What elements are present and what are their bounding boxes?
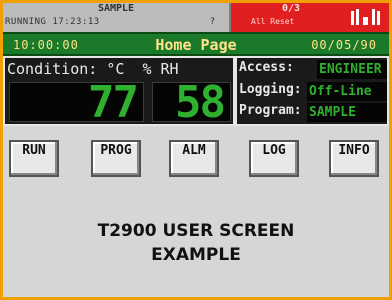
status-bar: SAMPLE RUNNING 17:23:13 ? 0/3 All Reset xyxy=(3,3,389,32)
program-status-panel[interactable]: SAMPLE RUNNING 17:23:13 ? xyxy=(3,3,231,32)
screen-caption-subtitle: EXAMPLE xyxy=(151,245,241,265)
condition-label: Condition: °C % RH xyxy=(7,60,179,78)
info-panel: Access: ENGINEER Logging: Off-Line Progr… xyxy=(235,56,389,126)
prog-button[interactable]: PROG xyxy=(91,140,141,177)
log-button[interactable]: LOG xyxy=(249,140,299,177)
program-label: Program: xyxy=(239,103,302,118)
temperature-value: 77 xyxy=(88,77,139,128)
temperature-display: 77 xyxy=(9,77,144,128)
logging-row: Logging: Off-Line xyxy=(239,82,387,102)
humidity-display: 58 xyxy=(152,77,231,128)
hmi-screen: SAMPLE RUNNING 17:23:13 ? 0/3 All Reset … xyxy=(0,0,392,300)
logging-value[interactable]: Off-Line xyxy=(307,82,387,101)
alm-button[interactable]: ALM xyxy=(169,140,219,177)
screen-caption-title: T2900 USER SCREEN xyxy=(97,221,295,241)
condition-panel: Condition: °C % RH 77 58 xyxy=(3,56,235,128)
access-value[interactable]: ENGINEER xyxy=(317,60,387,79)
program-row: Program: SAMPLE xyxy=(239,103,387,123)
access-label: Access: xyxy=(239,60,294,75)
run-state: RUNNING xyxy=(5,17,47,27)
humidity-value: 58 xyxy=(175,77,226,128)
access-row: Access: ENGINEER xyxy=(239,60,387,80)
program-name: SAMPLE xyxy=(97,3,135,14)
run-button[interactable]: RUN xyxy=(9,140,59,177)
run-clock: 17:23:13 xyxy=(52,17,100,27)
alarm-text: All Reset xyxy=(251,17,295,26)
program-value[interactable]: SAMPLE xyxy=(307,103,387,122)
alarm-status-panel[interactable]: 0/3 All Reset xyxy=(231,3,389,32)
signal-icon xyxy=(351,9,380,25)
header-date: 00/05/90 xyxy=(311,38,377,52)
info-button[interactable]: INFO xyxy=(329,140,379,177)
title-bar: 10:00:00 Home Page 00/05/90 xyxy=(3,32,389,56)
status-indicator: ? xyxy=(209,17,215,27)
alarm-count: 0/3 xyxy=(281,3,301,14)
logging-label: Logging: xyxy=(239,82,302,97)
